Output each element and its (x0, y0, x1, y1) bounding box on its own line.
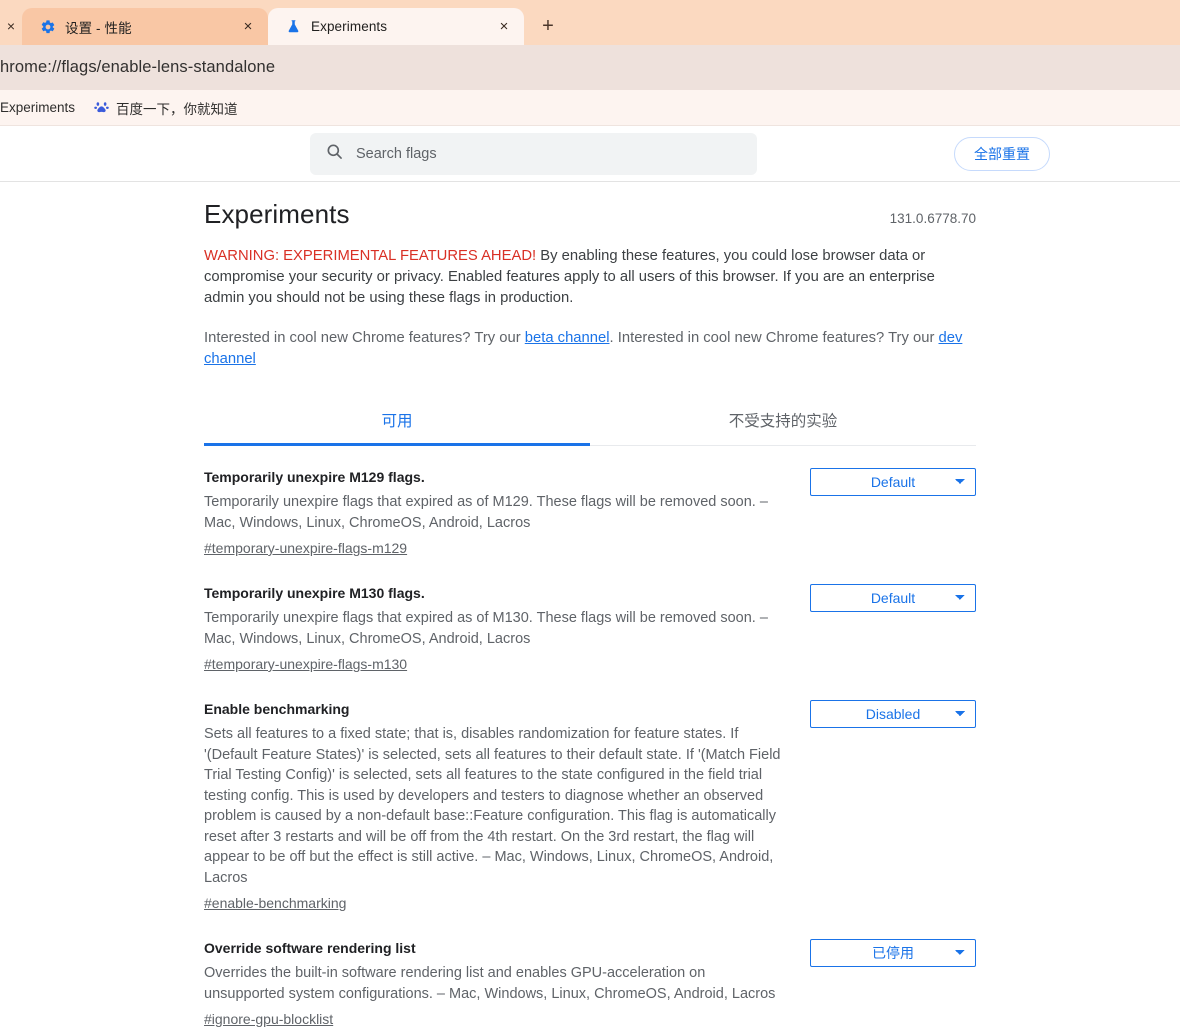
flag-control: Default (810, 584, 976, 612)
flag-permalink[interactable]: #enable-benchmarking (204, 895, 346, 911)
flag-row: Enable benchmarking Sets all features to… (204, 684, 976, 923)
flag-description: Overrides the built-in software renderin… (204, 965, 776, 1002)
new-tab-button[interactable]: + (533, 11, 563, 41)
flags-content: Experiments 131.0.6778.70 WARNING: EXPER… (204, 182, 976, 1027)
flag-state-select[interactable]: 已停用 (810, 939, 976, 967)
gear-icon (39, 18, 56, 35)
flag-state-select[interactable]: Default (810, 584, 976, 612)
bookmark-baidu[interactable]: 百度一下，你就知道 (84, 95, 247, 121)
flag-title: Temporarily unexpire M130 flags. (204, 585, 425, 601)
tab-title: 设置 - 性能 (65, 20, 132, 36)
tab-strip: × 设置 - 性能 × Experiments × + (0, 0, 1180, 45)
bookmarks-bar: Experiments 百度一下，你就知道 (0, 90, 1180, 126)
flag-permalink[interactable]: #ignore-gpu-blocklist (204, 1011, 333, 1027)
flag-control: Disabled (810, 700, 976, 728)
beta-channel-link[interactable]: beta channel (525, 330, 610, 346)
flag-row: Temporarily unexpire M130 flags. Tempora… (204, 568, 976, 684)
flag-info: Enable benchmarking Sets all features to… (204, 700, 790, 913)
flag-state-select[interactable]: Disabled (810, 700, 976, 728)
baidu-icon (93, 100, 109, 116)
flag-info: Override software rendering list Overrid… (204, 939, 790, 1027)
channel-note: Interested in cool new Chrome features? … (204, 328, 976, 370)
reset-all-button[interactable]: 全部重置 (954, 136, 1050, 171)
flag-list: Temporarily unexpire M129 flags. Tempora… (204, 446, 976, 1027)
flag-title: Temporarily unexpire M129 flags. (204, 469, 425, 485)
channel-text-2: . Interested in cool new Chrome features… (609, 330, 939, 346)
flag-permalink[interactable]: #temporary-unexpire-flags-m130 (204, 656, 407, 672)
page-title: Experiments (204, 199, 350, 229)
search-icon (325, 142, 344, 166)
tab-unsupported[interactable]: 不受支持的实验 (590, 398, 976, 445)
flag-description: Temporarily unexpire flags that expired … (204, 494, 768, 531)
flag-title: Override software rendering list (204, 940, 416, 956)
close-icon[interactable]: × (494, 17, 514, 37)
title-row: Experiments 131.0.6778.70 (204, 199, 976, 230)
tab-close-icon-partial[interactable]: × (0, 8, 22, 45)
address-bar[interactable]: hrome://flags/enable-lens-standalone (0, 45, 1180, 90)
close-icon[interactable]: × (238, 17, 258, 37)
flag-description: Temporarily unexpire flags that expired … (204, 610, 768, 647)
flags-header: 全部重置 (0, 126, 1180, 182)
bookmark-label: 百度一下，你就知道 (116, 101, 238, 117)
flag-row: Temporarily unexpire M129 flags. Tempora… (204, 452, 976, 568)
version-label: 131.0.6778.70 (889, 211, 976, 226)
flag-info: Temporarily unexpire M129 flags. Tempora… (204, 468, 790, 558)
flag-title: Enable benchmarking (204, 701, 350, 717)
channel-text-1: Interested in cool new Chrome features? … (204, 330, 525, 346)
flag-row: Override software rendering list Overrid… (204, 923, 976, 1027)
bookmark-experiments[interactable]: Experiments (0, 97, 84, 118)
browser-chrome: × 设置 - 性能 × Experiments × + hrome://flag… (0, 0, 1180, 126)
tab-available[interactable]: 可用 (204, 398, 590, 446)
warning-block: WARNING: EXPERIMENTAL FEATURES AHEAD! By… (204, 246, 976, 309)
search-box[interactable] (310, 132, 757, 175)
flag-description: Sets all features to a fixed state; that… (204, 726, 781, 886)
bookmark-label: Experiments (0, 100, 76, 115)
omnibox-row: hrome://flags/enable-lens-standalone (0, 45, 1180, 90)
flag-control: 已停用 (810, 939, 976, 967)
flag-info: Temporarily unexpire M130 flags. Tempora… (204, 584, 790, 674)
flags-page: 全部重置 Experiments 131.0.6778.70 WARNING: … (0, 126, 1180, 1027)
tab-title: Experiments (311, 19, 388, 34)
flag-state-select[interactable]: Default (810, 468, 976, 496)
flask-icon (285, 18, 302, 35)
url-text: hrome://flags/enable-lens-standalone (0, 58, 276, 76)
flags-tabs: 可用 不受支持的实验 (204, 398, 976, 446)
flag-permalink[interactable]: #temporary-unexpire-flags-m129 (204, 540, 407, 556)
flag-control: Default (810, 468, 976, 496)
tab-settings[interactable]: 设置 - 性能 × (22, 8, 268, 45)
warning-lead: WARNING: EXPERIMENTAL FEATURES AHEAD! (204, 248, 537, 264)
tab-experiments[interactable]: Experiments × (268, 8, 524, 45)
search-input[interactable] (354, 144, 742, 163)
